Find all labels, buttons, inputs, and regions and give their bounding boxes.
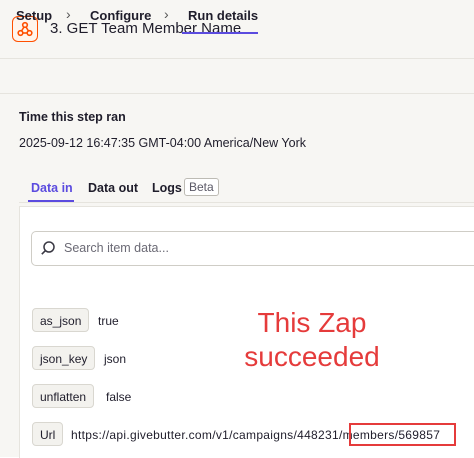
field-value-unflatten: false xyxy=(106,390,132,404)
field-value-json-key: json xyxy=(104,352,127,366)
url-highlight-box xyxy=(349,423,456,446)
search-icon xyxy=(40,240,56,261)
active-subtab-indicator xyxy=(28,200,74,202)
time-value: 2025-09-12 16:47:35 GMT-04:00 America/Ne… xyxy=(19,136,306,150)
tab-logs[interactable]: Logs xyxy=(152,181,182,195)
tab-setup[interactable]: Setup xyxy=(16,8,52,23)
tab-run-details[interactable]: Run details xyxy=(188,8,258,23)
chevron-right-icon: › xyxy=(66,6,71,22)
tab-data-in[interactable]: Data in xyxy=(31,181,73,195)
annotation-line-1: This Zap xyxy=(257,307,367,338)
field-value-as-json: true xyxy=(98,314,119,328)
beta-badge: Beta xyxy=(184,178,219,196)
tab-data-out[interactable]: Data out xyxy=(88,181,138,195)
annotation-line-2: succeeded xyxy=(244,341,380,372)
subtabs-divider xyxy=(19,202,474,203)
field-key-as-json: as_json xyxy=(32,308,90,332)
field-key-unflatten: unflatten xyxy=(32,384,95,408)
chevron-right-icon: › xyxy=(164,6,169,22)
field-key-json-key: json_key xyxy=(32,346,96,370)
tab-configure[interactable]: Configure xyxy=(90,8,151,23)
field-key-url: Url xyxy=(32,422,64,446)
success-annotation: This Zap succeeded xyxy=(232,306,392,374)
search-input[interactable] xyxy=(64,238,464,258)
breadcrumb xyxy=(0,59,474,94)
active-tab-indicator xyxy=(182,32,258,34)
time-label: Time this step ran xyxy=(19,110,126,124)
